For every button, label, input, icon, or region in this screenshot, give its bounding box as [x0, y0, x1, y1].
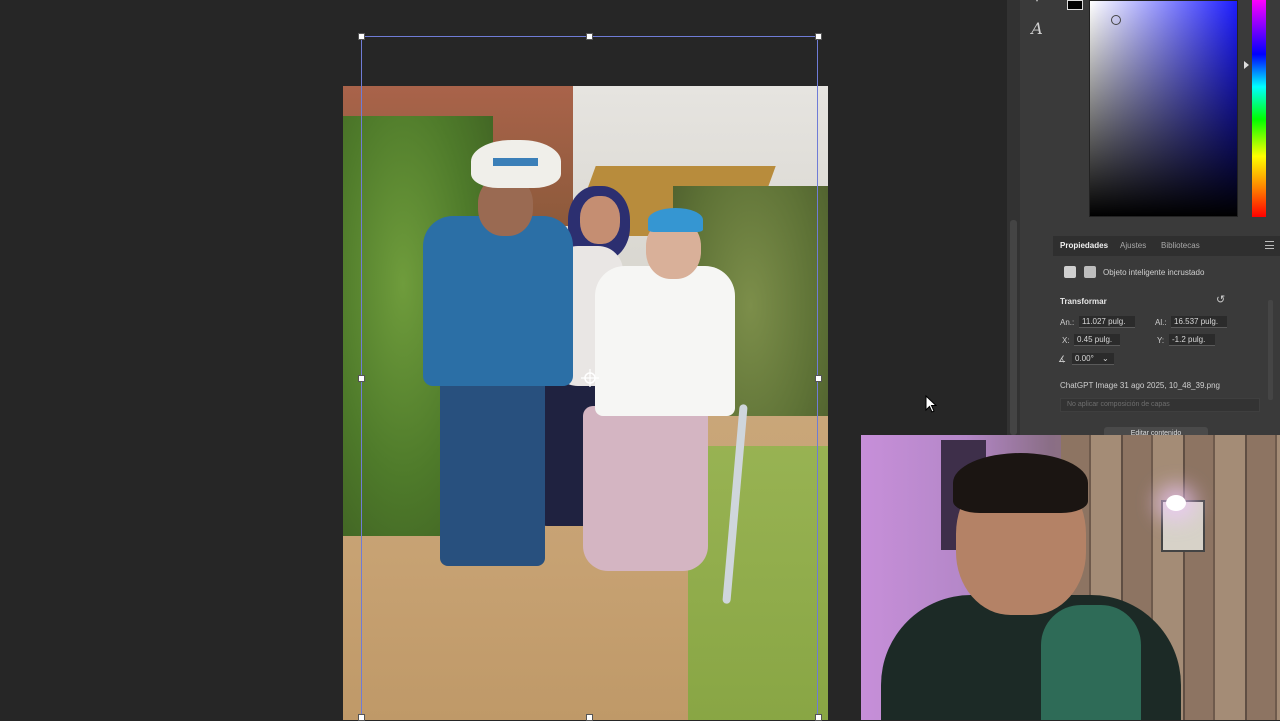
webcam-person-shirt-panel	[1041, 605, 1141, 720]
angle-field[interactable]: 0.00° ⌄	[1072, 353, 1114, 365]
panel-scrollbar[interactable]	[1010, 220, 1017, 435]
hue-slider[interactable]	[1252, 0, 1266, 217]
panel-tool-icon[interactable]: ▾	[1026, 0, 1048, 6]
height-field[interactable]: 16.537 pulg.	[1171, 316, 1227, 328]
angle-icon: ∡	[1058, 354, 1067, 364]
transform-handle-middle-right[interactable]	[815, 375, 822, 382]
color-picker-cursor-icon[interactable]	[1111, 15, 1121, 25]
hue-slider-arrow-icon[interactable]	[1244, 61, 1249, 69]
reference-point-icon[interactable]	[581, 369, 599, 387]
transform-handle-top-left[interactable]	[358, 33, 365, 40]
tab-adjustments[interactable]: Ajustes	[1120, 236, 1146, 256]
source-filename: ChatGPT Image 31 ago 2025, 10_48_39.png	[1060, 381, 1220, 390]
y-position-field[interactable]: -1.2 pulg.	[1169, 334, 1215, 346]
properties-scrollbar[interactable]	[1268, 300, 1273, 400]
panel-icon-strip	[1020, 0, 1054, 435]
y-label: Y:	[1157, 336, 1165, 345]
transform-handle-middle-left[interactable]	[358, 375, 365, 382]
color-picker-field[interactable]	[1089, 0, 1238, 217]
height-label: Al.:	[1155, 318, 1167, 327]
webcam-light	[1166, 495, 1186, 511]
layer-comp-select[interactable]: No aplicar composición de capas	[1060, 398, 1260, 412]
smart-object-icon	[1064, 266, 1076, 278]
x-position-field[interactable]: 0.45 pulg.	[1074, 334, 1120, 346]
transform-heading: Transformar	[1060, 297, 1107, 306]
foreground-color-swatch[interactable]	[1067, 0, 1083, 10]
layer-type-label: Objeto inteligente incrustado	[1103, 268, 1205, 277]
tab-libraries[interactable]: Bibliotecas	[1161, 236, 1200, 256]
webcam-overlay	[861, 435, 1280, 720]
mouse-pointer-icon	[925, 395, 937, 413]
reset-transform-icon[interactable]: ↺	[1216, 295, 1227, 306]
chevron-down-icon[interactable]: ⌄	[1102, 354, 1109, 363]
webcam-person-hair	[953, 453, 1088, 513]
tab-properties[interactable]: Propiedades	[1060, 236, 1108, 256]
width-field[interactable]: 11.027 pulg.	[1079, 316, 1135, 328]
x-label: X:	[1062, 336, 1070, 345]
transform-handle-top-center[interactable]	[586, 33, 593, 40]
panel-menu-icon[interactable]	[1265, 241, 1274, 249]
canvas-area[interactable]	[0, 0, 1007, 721]
layer-mask-icon[interactable]	[1084, 266, 1096, 278]
angle-value: 0.00°	[1075, 354, 1094, 363]
character-panel-icon[interactable]: A	[1026, 18, 1048, 40]
transform-handle-top-right[interactable]	[815, 33, 822, 40]
width-label: An.:	[1060, 318, 1075, 327]
